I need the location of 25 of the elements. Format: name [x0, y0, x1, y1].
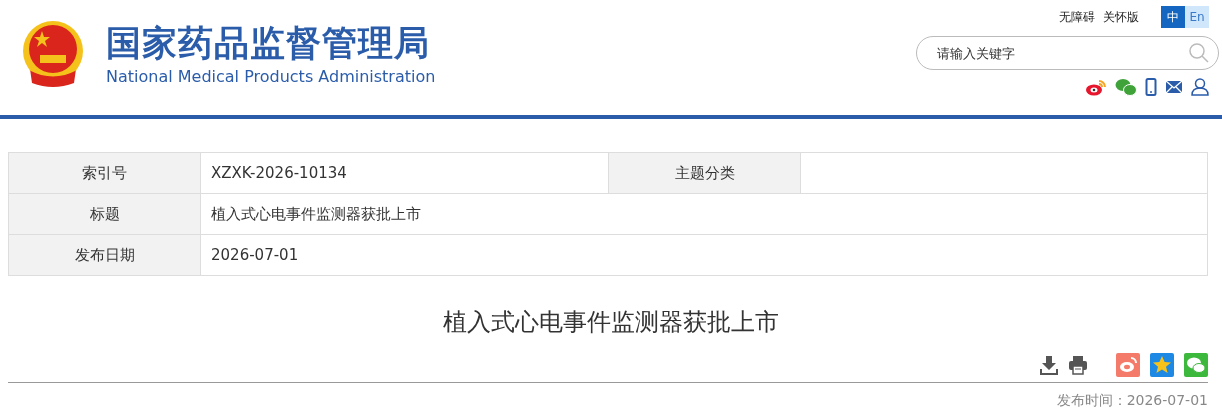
table-header-cell: 发布日期: [9, 235, 201, 276]
language-tab[interactable]: 中: [1161, 6, 1185, 28]
table-header-cell: 主题分类: [609, 153, 801, 194]
wechat-share-icon[interactable]: [1184, 353, 1208, 377]
header-link[interactable]: 无障碍: [1059, 8, 1095, 26]
header-link[interactable]: 关怀版: [1103, 8, 1139, 26]
download-icon[interactable]: [1040, 355, 1058, 375]
print-icon[interactable]: [1068, 355, 1088, 375]
weibo-share-icon[interactable]: [1116, 353, 1140, 377]
table-cell: 植入式心电事件监测器获批上市: [201, 194, 1208, 235]
user-icon[interactable]: [1191, 78, 1209, 96]
phone-icon[interactable]: [1145, 78, 1157, 96]
site-subtitle: National Medical Products Administration: [106, 67, 436, 86]
table-cell: XZXK-2026-10134: [201, 153, 609, 194]
publish-time: 发布时间：2026-07-01: [1055, 392, 1208, 410]
site-title: 国家药品监督管理局: [106, 22, 431, 65]
search-field[interactable]: 请输入关键字: [916, 36, 1219, 70]
article-title: 植入式心电事件监测器获批上市: [442, 307, 780, 338]
star-share-icon[interactable]: [1150, 353, 1174, 377]
table-header-cell: 标题: [9, 194, 201, 235]
weibo-icon[interactable]: [1085, 78, 1107, 96]
mail-icon[interactable]: [1165, 80, 1183, 94]
table-header-cell: 索引号: [9, 153, 201, 194]
wechat-icon[interactable]: [1115, 78, 1137, 96]
table-cell: 2026-07-01: [201, 235, 1208, 276]
